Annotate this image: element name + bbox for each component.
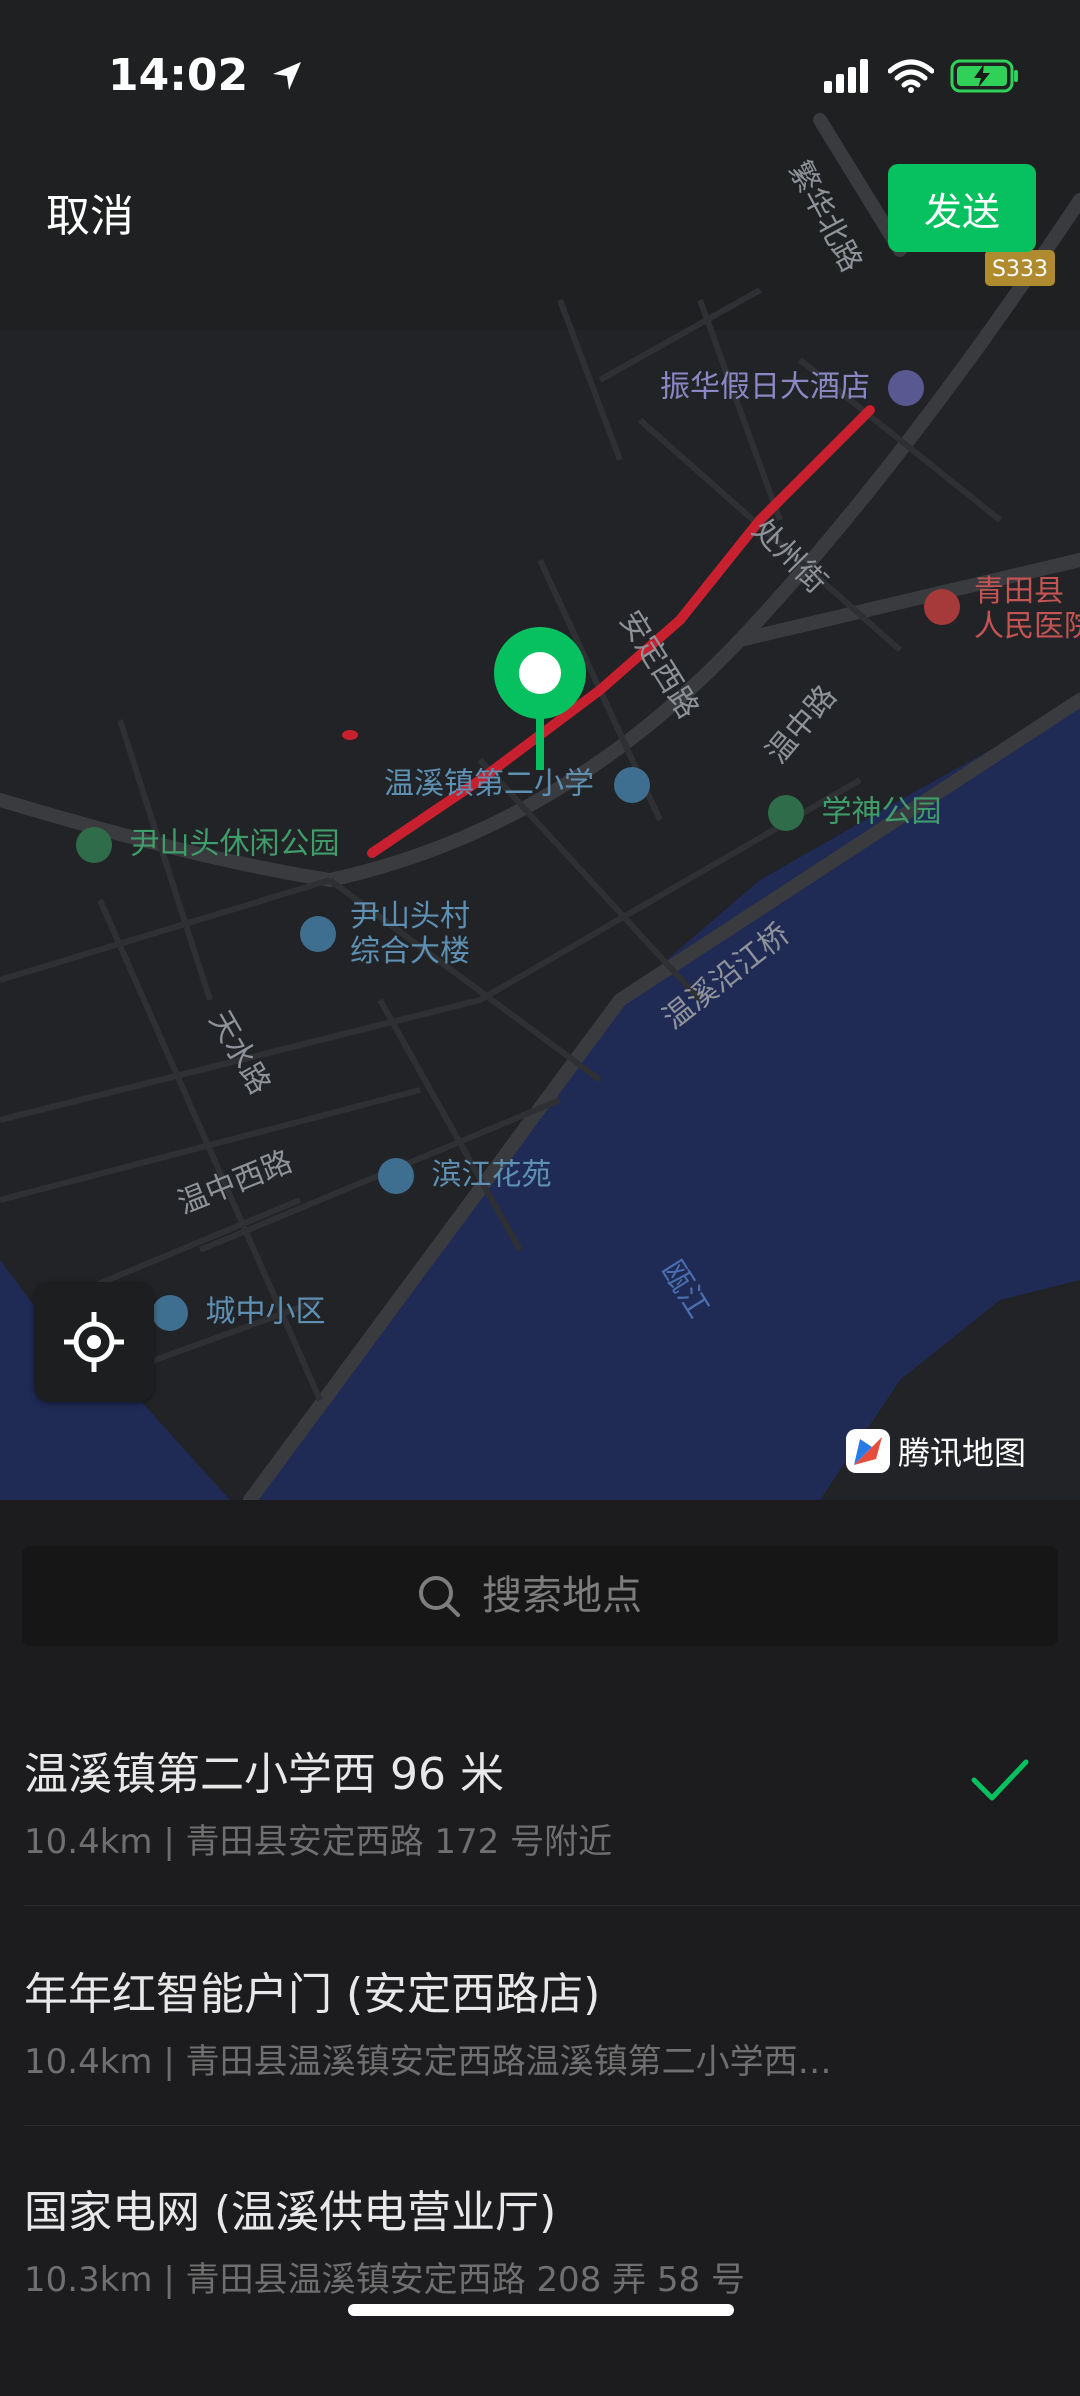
place-list-item[interactable]: 国家电网 (温溪供电营业厅) 10.3km | 青田县温溪镇安定西路 208 弄…	[0, 2176, 1080, 2396]
route-dot	[342, 730, 358, 740]
search-bar[interactable]	[22, 1546, 1058, 1646]
park-icon	[768, 795, 804, 831]
poi-binjiang-label[interactable]: 滨江花苑	[378, 1158, 552, 1194]
map-provider-logo: 腾讯地图	[846, 1428, 1026, 1474]
poi-hospital-label[interactable]: 青田县 人民医院	[924, 574, 1080, 644]
place-name: 国家电网 (温溪供电营业厅)	[24, 2187, 557, 2238]
poi-chengzhong-label[interactable]: 城中小区	[152, 1295, 326, 1331]
checkmark-icon	[971, 1759, 1029, 1801]
place-list-item[interactable]: 年年红智能户门 (安定西路店) 10.4km | 青田县温溪镇安定西路温溪镇第二…	[0, 1958, 1080, 2178]
cancel-button[interactable]: 取消	[46, 180, 134, 244]
locate-me-button[interactable]	[34, 1282, 154, 1402]
place-detail: 10.4km | 青田县温溪镇安定西路温溪镇第二小学西…	[24, 2042, 832, 2082]
school-icon	[613, 767, 650, 803]
search-icon	[419, 1576, 460, 1617]
list-divider	[24, 1905, 1080, 1906]
location-pin-icon[interactable]	[494, 627, 586, 770]
poi-hotel-text: 振华假日大酒店	[660, 369, 870, 405]
poi-hotel-label[interactable]: 振华假日大酒店	[660, 370, 924, 406]
poi-school-text: 温溪镇第二小学	[384, 766, 594, 802]
place-name: 年年红智能户门 (安定西路店)	[24, 1969, 601, 2020]
send-button[interactable]: 发送	[888, 164, 1036, 252]
map-provider-text: 腾讯地图	[898, 1434, 1027, 1472]
place-detail: 10.4km | 青田县安定西路 172 号附近	[24, 1822, 613, 1862]
residential-icon	[152, 1295, 188, 1331]
poi-chengzhong-text: 城中小区	[205, 1294, 326, 1330]
svg-text:S333: S333	[992, 257, 1048, 282]
crosshair-icon	[64, 1312, 124, 1372]
place-name: 温溪镇第二小学西 96 米	[24, 1749, 504, 1800]
poi-hospital-line2: 人民医院	[974, 608, 1080, 644]
home-indicator[interactable]	[348, 2304, 734, 2316]
list-divider	[24, 2125, 1080, 2126]
tencent-map-icon	[846, 1429, 890, 1473]
poi-building-line1: 尹山头村	[350, 899, 470, 934]
poi-school-label[interactable]: 温溪镇第二小学	[384, 767, 650, 803]
hospital-icon	[924, 589, 960, 625]
poi-building-label[interactable]: 尹山头村 综合大楼	[300, 899, 470, 969]
residential-icon	[378, 1158, 414, 1194]
place-list-sheet: 温溪镇第二小学西 96 米 10.4km | 青田县安定西路 172 号附近 年…	[0, 1500, 1080, 2341]
poi-building-line2: 综合大楼	[350, 933, 470, 969]
poi-binjiang-text: 滨江花苑	[431, 1157, 552, 1193]
place-detail: 10.3km | 青田县温溪镇安定西路 208 弄 58 号	[24, 2260, 745, 2300]
hotel-icon	[887, 370, 924, 406]
building-icon	[300, 916, 336, 952]
place-list-item[interactable]: 温溪镇第二小学西 96 米 10.4km | 青田县安定西路 172 号附近	[0, 1738, 1080, 1958]
poi-park2-label[interactable]: 学神公园	[768, 795, 942, 831]
park-icon	[76, 827, 112, 863]
road-badge: S333	[985, 250, 1055, 286]
poi-hospital-line1: 青田县	[974, 574, 1064, 609]
poi-park2-text: 学神公园	[821, 794, 942, 830]
search-input[interactable]	[480, 1572, 664, 1620]
poi-park1-label[interactable]: 尹山头休闲公园	[76, 827, 340, 863]
poi-park1-text: 尹山头休闲公园	[129, 826, 340, 862]
